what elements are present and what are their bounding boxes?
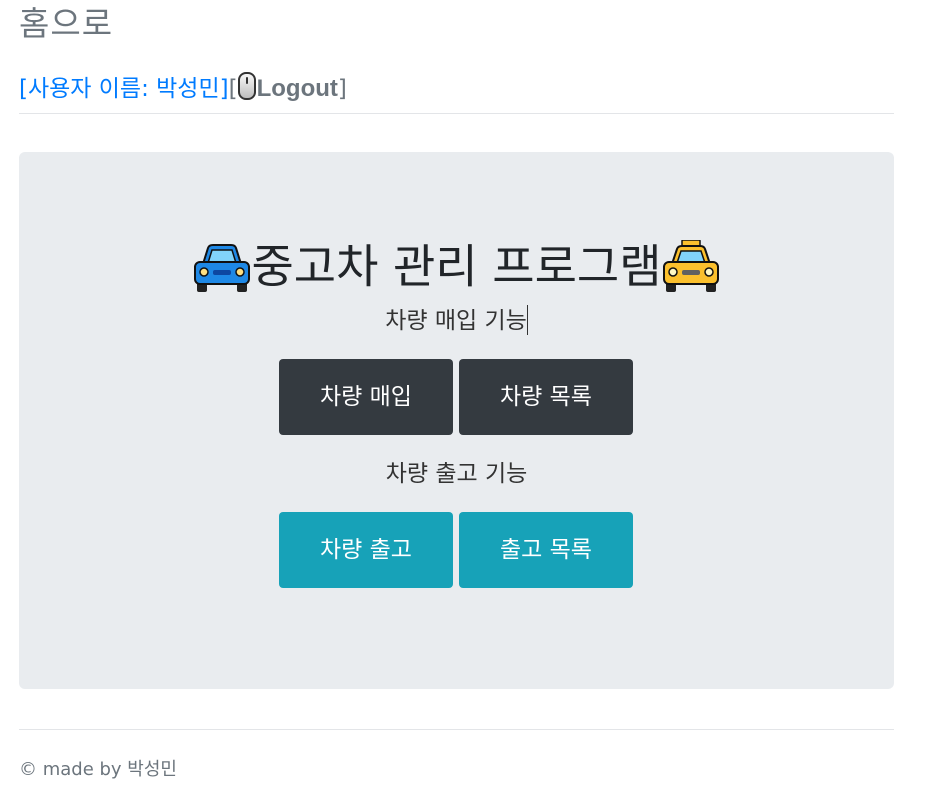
footer-text: © made by 박성민 (19, 759, 177, 780)
page-title: 중고차 관리 프로그램 (19, 228, 894, 302)
text-cursor (526, 305, 528, 335)
logout-link[interactable]: Logout (237, 72, 338, 102)
home-link[interactable]: 홈으로 (19, 4, 113, 44)
bracket-open: [ (228, 76, 238, 102)
top-divider (19, 113, 894, 114)
bracket-close: ] (337, 76, 347, 102)
release-list-button[interactable]: 출고 목록 (459, 512, 633, 588)
purchase-section-label: 차량 매입 기능 (19, 305, 894, 337)
user-bar: [사용자 이름: 박성민][ Logout] (19, 72, 347, 106)
release-car-button[interactable]: 차량 출고 (279, 512, 453, 588)
computer-mouse-icon (237, 72, 256, 100)
purchase-section-text: 차량 매입 기능 (385, 308, 527, 334)
purchase-car-button[interactable]: 차량 매입 (279, 359, 453, 435)
blue-car-icon (194, 243, 251, 292)
user-name-link[interactable]: [사용자 이름: 박성민] (19, 76, 229, 102)
title-text: 중고차 관리 프로그램 (251, 239, 662, 294)
release-section-label: 차량 출고 기능 (385, 461, 528, 487)
logout-label: Logout (256, 75, 338, 102)
taxi-icon (662, 239, 719, 292)
car-list-button[interactable]: 차량 목록 (459, 359, 633, 435)
bottom-divider (19, 729, 894, 730)
